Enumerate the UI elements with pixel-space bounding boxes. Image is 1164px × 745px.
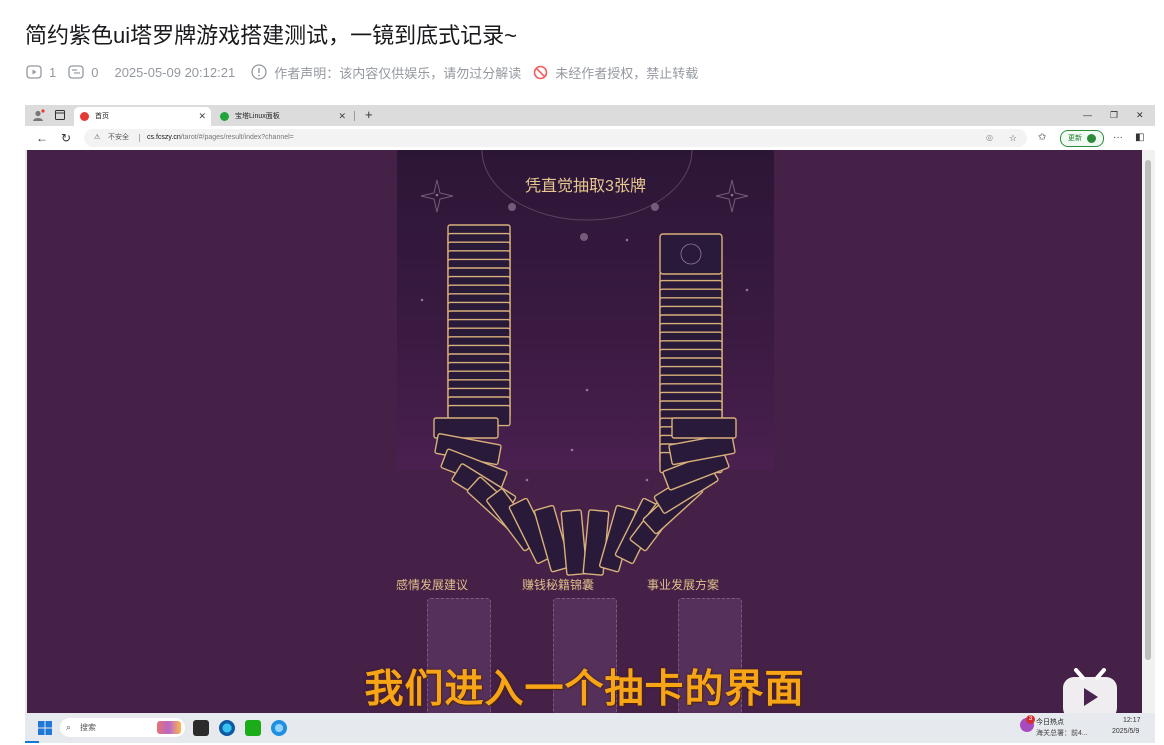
star-decoration — [745, 288, 749, 292]
slot-label-money: 赚钱秘籍锦囊 — [521, 578, 594, 592]
video-player[interactable]: 首页 ✕ 宝塔Linux面板 ✕ + — ❐ ✕ ← ↻ ⚠ 不安全 cs.fc… — [25, 105, 1155, 743]
author-declaration[interactable]: 作者声明：该内容仅供娱乐，请勿过分解读 — [251, 63, 521, 82]
wechat-icon[interactable] — [245, 720, 261, 736]
tab-home[interactable]: 首页 ✕ — [74, 107, 211, 126]
danmaku-icon — [68, 65, 84, 79]
more-menu-icon[interactable]: ··· — [1113, 129, 1123, 147]
publish-datetime: 2025-05-09 20:12:21 — [114, 64, 236, 80]
news-badge: 3 — [1026, 715, 1035, 724]
play-count-icon — [26, 65, 42, 79]
active-app-indicator — [25, 741, 39, 743]
moon-phase-decoration — [580, 233, 588, 241]
star-decoration — [730, 193, 734, 197]
slot-label-career: 事业发展方案 — [646, 578, 719, 592]
browser-app-icon[interactable] — [271, 720, 287, 736]
warning-icon: ⚠ — [94, 134, 101, 141]
slot-label-love: 感情发展建议 — [395, 578, 468, 592]
star-decoration — [525, 478, 529, 482]
info-icon — [251, 64, 267, 80]
profile-badge-icon — [1087, 134, 1096, 143]
close-tab-icon[interactable]: ✕ — [338, 107, 346, 126]
browser-address-bar: ← ↻ ⚠ 不安全 cs.fcszy.cn/tarot/#/pages/resu… — [25, 126, 1155, 150]
moon-phase-decoration — [651, 203, 659, 211]
clock-time[interactable]: 12:17 — [1123, 717, 1141, 724]
copyright-notice: 未经作者授权，禁止转载 — [533, 63, 698, 82]
tab-baota-panel[interactable]: 宝塔Linux面板 ✕ — [214, 107, 351, 126]
close-tab-icon[interactable]: ✕ — [198, 107, 206, 126]
tab-actions-icon[interactable] — [55, 110, 65, 120]
news-headline[interactable]: 海关总署：前4... — [1036, 728, 1088, 738]
search-highlight-icon — [157, 721, 181, 734]
taskbar-search[interactable]: ⌕ 搜索 — [60, 718, 185, 737]
tarot-card[interactable] — [671, 417, 737, 439]
reload-icon[interactable]: ↻ — [61, 129, 71, 147]
star-decoration — [435, 193, 439, 197]
star-decoration — [585, 388, 589, 392]
tarot-card-top[interactable] — [659, 233, 723, 275]
minimize-icon[interactable]: — — [1083, 105, 1092, 126]
star-decoration — [420, 298, 424, 302]
reader-mode-icon[interactable]: ◎ — [986, 129, 993, 147]
search-icon: ⌕ — [66, 722, 72, 732]
favorites-icon[interactable]: ✩ — [1038, 129, 1046, 147]
update-button[interactable]: 更新 — [1060, 130, 1104, 147]
play-count: 1 — [26, 65, 56, 80]
video-subtitle: 我们进入一个抽卡的界面 — [364, 668, 805, 711]
edge-icon[interactable] — [219, 720, 235, 736]
back-icon[interactable]: ← — [36, 129, 48, 147]
star-decoration — [645, 478, 649, 482]
star-decoration — [570, 448, 574, 452]
clock-date[interactable]: 2025/5/9 — [1112, 728, 1139, 735]
restore-icon[interactable]: ❐ — [1110, 105, 1118, 126]
danmaku-count: 0 — [68, 65, 98, 80]
video-meta: 1 0 2025-05-09 20:12:21 作者声明：该内容仅供娱乐，请勿过… — [26, 62, 710, 82]
browser-tab-bar: 首页 ✕ 宝塔Linux面板 ✕ + — ❐ ✕ — [25, 105, 1155, 126]
task-view-icon[interactable] — [193, 720, 209, 736]
scrollbar-thumb[interactable] — [1145, 160, 1151, 660]
bilibili-play-icon[interactable] — [1062, 668, 1118, 713]
news-title[interactable]: 今日热点 — [1036, 717, 1064, 727]
no-repost-icon — [533, 65, 548, 79]
favorite-star-icon[interactable]: ☆ — [1009, 129, 1017, 147]
moon-phase-decoration — [508, 203, 516, 211]
sidebar-toggle-icon[interactable]: ◧ — [1135, 129, 1144, 147]
baota-favicon-icon — [220, 112, 229, 121]
url-field[interactable]: ⚠ 不安全 cs.fcszy.cn/tarot/#/pages/result/i… — [84, 129, 1027, 147]
windows-taskbar: ⌕ 搜索 3 今日热点 海关总署：前4... 12:17 2025/5/9 — [25, 713, 1155, 743]
site-favicon-icon — [80, 112, 89, 121]
close-window-icon[interactable]: ✕ — [1136, 105, 1144, 126]
profile-icon[interactable] — [32, 109, 45, 122]
web-page-viewport: 凭直觉抽取3张牌 感情发展建议 赚钱秘籍锦囊 事业发展方案 我们进入一个抽卡的界… — [27, 150, 1142, 713]
tab-divider — [354, 111, 355, 121]
page-title: 简约紫色ui塔罗牌游戏搭建测试，一镜到底式记录~ — [25, 23, 517, 48]
windows-start-icon[interactable] — [38, 721, 52, 735]
new-tab-icon[interactable]: + — [365, 105, 373, 125]
star-decoration — [625, 238, 629, 242]
page-scrollbar[interactable] — [1142, 150, 1155, 713]
